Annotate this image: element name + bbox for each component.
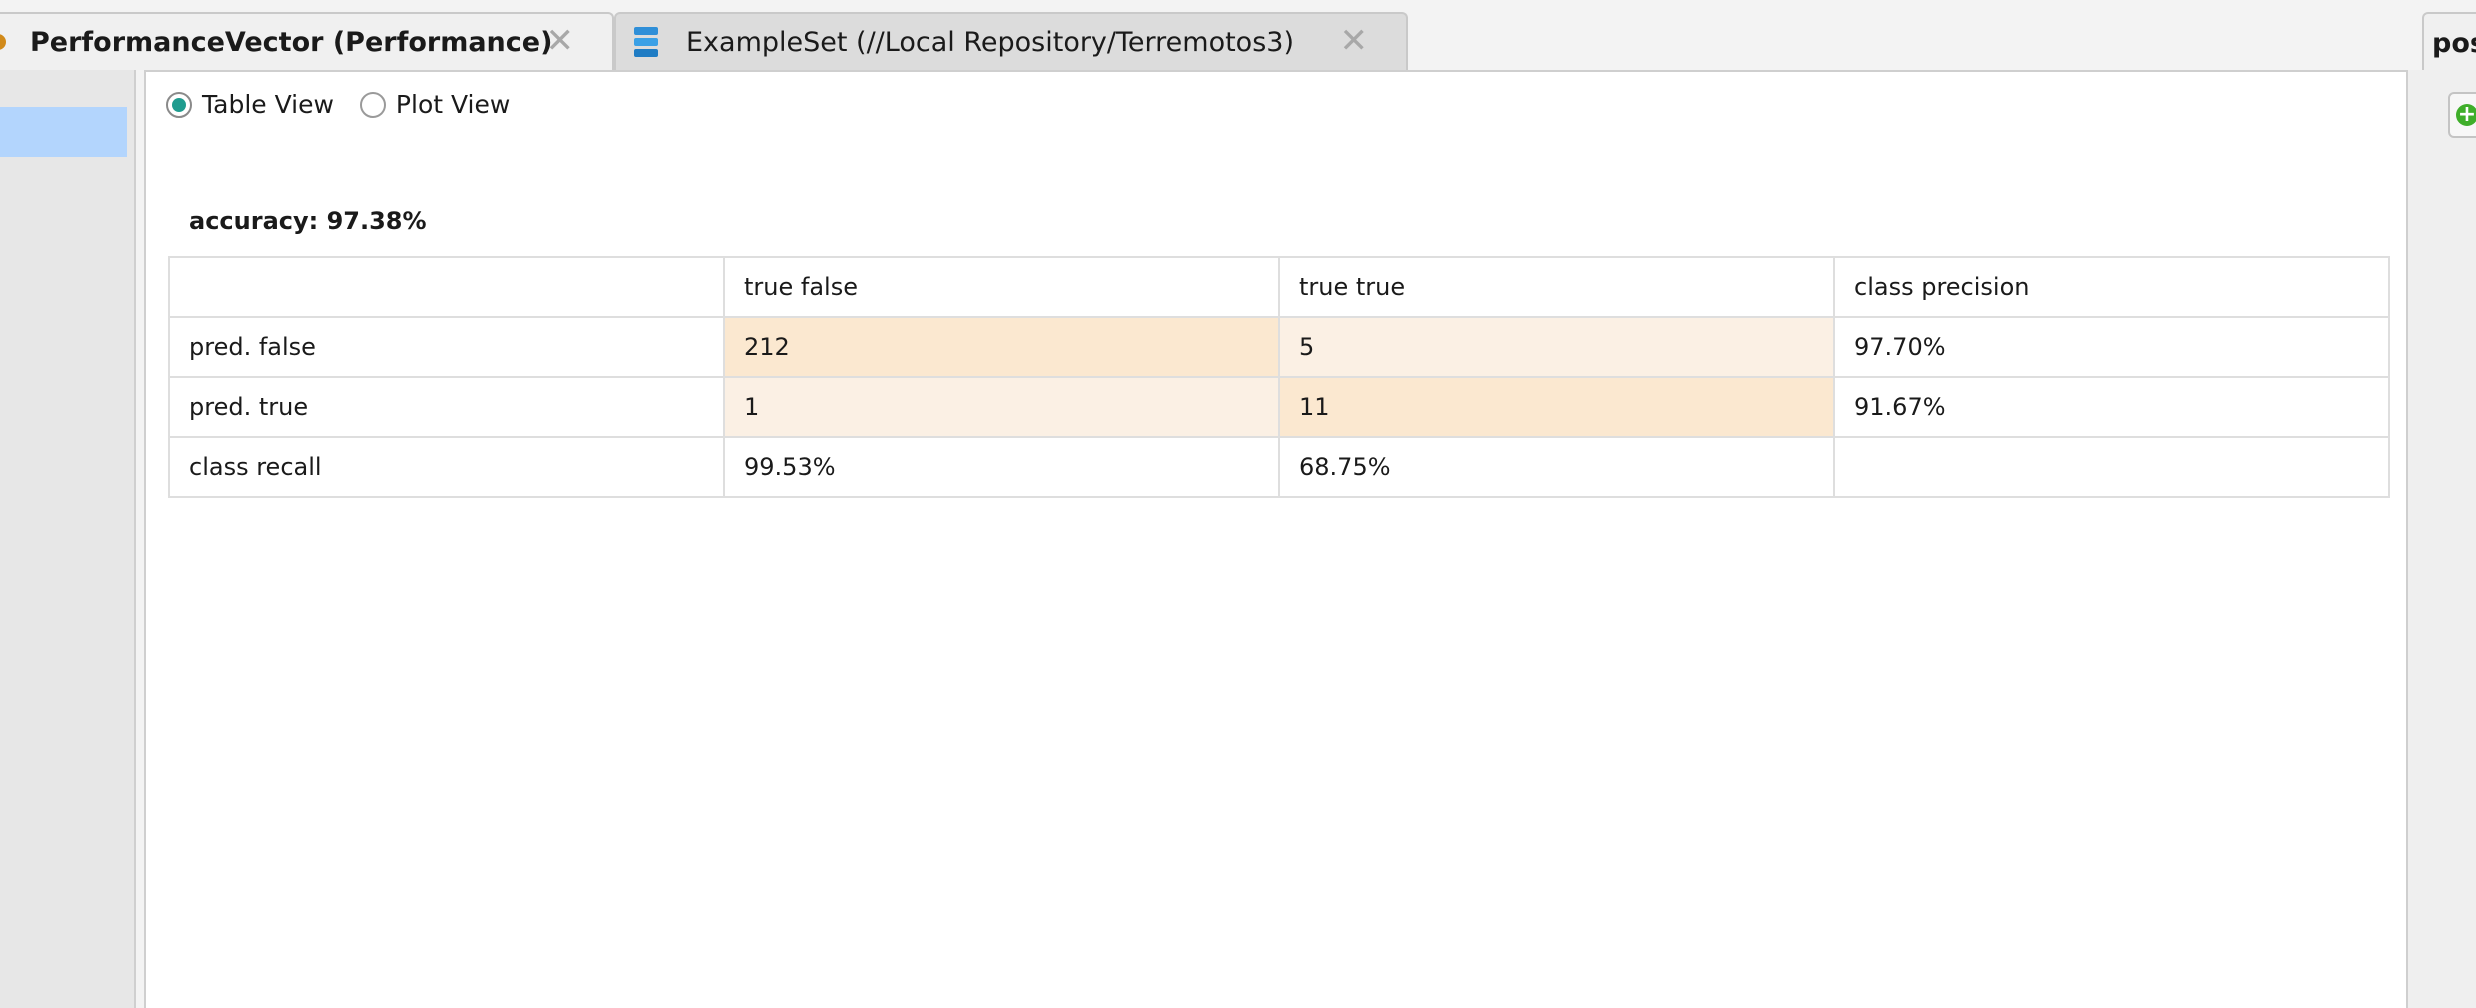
confusion-matrix-table: true false true true class precision pre… [168,256,2390,498]
table-header-cell: class precision [1833,256,2390,318]
table-cell: 1 [723,376,1280,438]
tab-label: pos [2432,28,2476,59]
table-header-row: true false true true class precision [168,256,2390,318]
table-row: class recall 99.53% 68.75% [168,436,2390,498]
tab-performance-vector[interactable]: PerformanceVector (Performance) ✕ [0,12,614,70]
tab-right-partial[interactable]: pos [2422,12,2476,70]
close-icon[interactable]: ✕ [1340,24,1369,58]
tab-label: ExampleSet (//Local Repository/Terremoto… [686,26,1294,58]
sidebar-item-selected[interactable] [0,107,127,157]
tab-label: PerformanceVector (Performance) [30,26,553,58]
tab-example-set[interactable]: ExampleSet (//Local Repository/Terremoto… [614,12,1408,70]
left-sidebar [0,70,136,1008]
table-cell: 68.75% [1278,436,1835,498]
table-cell [1833,436,2390,498]
right-panel: + [2408,70,2476,1008]
table-row-label: pred. false [168,316,725,378]
database-icon [634,27,658,57]
performance-panel: Table View Plot View accuracy: 97.38% tr… [144,70,2408,1008]
table-cell: 97.70% [1833,316,2390,378]
table-cell: 5 [1278,316,1835,378]
plus-icon: + [2456,102,2476,127]
table-row: pred. false 212 5 97.70% [168,316,2390,378]
table-cell: 99.53% [723,436,1280,498]
performance-icon [0,30,10,52]
table-row-label: pred. true [168,376,725,438]
radio-label: Plot View [395,90,511,119]
radio-checked-icon[interactable] [166,91,192,118]
radio-label: Table View [202,90,334,119]
table-header-cell: true true [1278,256,1835,318]
add-button[interactable]: + [2448,92,2476,138]
accuracy-label: accuracy: 97.38% [189,207,427,235]
table-row: pred. true 1 11 91.67% [168,376,2390,438]
close-icon[interactable]: ✕ [546,24,575,58]
table-header-cell: true false [723,256,1280,318]
table-cell: 91.67% [1833,376,2390,438]
table-cell: 212 [723,316,1280,378]
radio-unchecked-icon[interactable] [359,91,386,118]
view-toggle: Table View Plot View [166,90,536,119]
table-row-label: class recall [168,436,725,498]
table-cell: 11 [1278,376,1835,438]
plot-view-radio[interactable]: Plot View [359,90,511,119]
table-view-radio[interactable]: Table View [166,90,334,119]
table-header-cell [168,256,725,318]
